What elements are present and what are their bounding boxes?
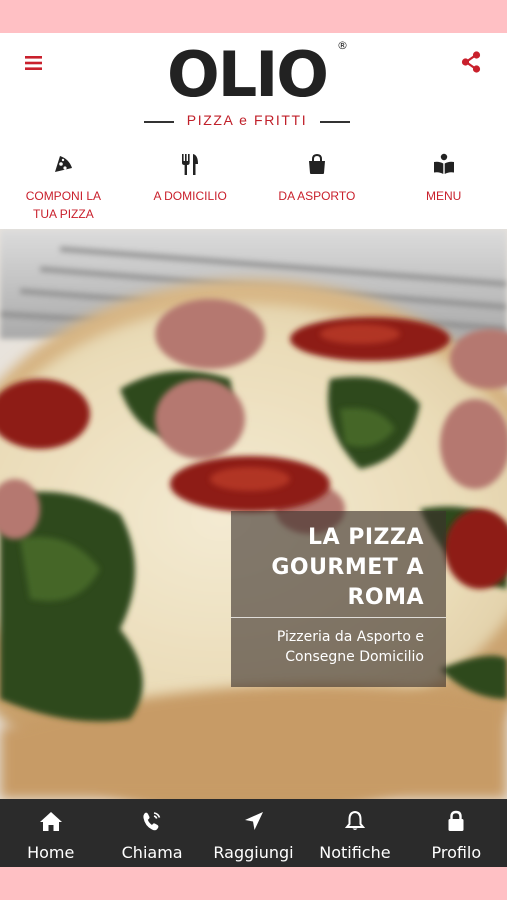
tab-label: Home	[27, 843, 75, 862]
fork-knife-icon	[127, 151, 254, 177]
olio-logo: OLIO ® PIZZA e FRITTI	[138, 39, 356, 131]
hamburger-menu-icon[interactable]	[22, 51, 46, 75]
lock-icon	[406, 809, 507, 833]
tab-notifiche[interactable]: Notifiche	[304, 799, 405, 867]
tab-home[interactable]: Home	[0, 799, 101, 867]
logo-subtitle: PIZZA e FRITTI	[186, 112, 308, 128]
quicknav-label: MENU	[425, 189, 462, 203]
location-arrow-icon	[203, 809, 304, 833]
app-screen: OLIO ® PIZZA e FRITTI COMPONI LA TUA PIZ…	[0, 33, 507, 867]
logo-word: OLIO	[167, 38, 329, 111]
bell-icon	[304, 809, 405, 833]
bottom-tab-bar: Home Chiama Raggiungi Notifiche Profilo	[0, 799, 507, 867]
quicknav-a-domicilio[interactable]: A DOMICILIO	[127, 151, 254, 229]
quicknav-label: DA ASPORTO	[278, 189, 356, 203]
top-strip	[0, 0, 507, 33]
hero-caption-box: LA PIZZA GOURMET A ROMA Pizzeria da Aspo…	[231, 511, 446, 687]
hero-divider	[231, 617, 446, 618]
bottom-strip	[0, 867, 507, 900]
tab-chiama[interactable]: Chiama	[101, 799, 202, 867]
quick-nav: COMPONI LA TUA PIZZA A DOMICILIO DA ASPO…	[0, 151, 507, 229]
pizza-slice-icon	[0, 151, 127, 177]
share-icon[interactable]	[459, 50, 483, 74]
hero-subtitle: Pizzeria da Asporto e Consegne Domicilio	[276, 629, 424, 665]
shopping-bag-icon	[254, 151, 381, 177]
tab-label: Notifiche	[319, 843, 391, 862]
tab-label: Profilo	[431, 843, 482, 862]
logo-registered-mark: ®	[337, 39, 348, 52]
tab-label: Chiama	[121, 843, 183, 862]
quicknav-label: A DOMICILIO	[153, 189, 227, 203]
quicknav-componi-pizza[interactable]: COMPONI LA TUA PIZZA	[0, 151, 127, 229]
menu-book-icon	[380, 151, 507, 177]
phone-icon	[101, 809, 202, 833]
hero-title: LA PIZZA GOURMET A ROMA	[271, 525, 424, 610]
quicknav-menu[interactable]: MENU	[380, 151, 507, 229]
tab-raggiungi[interactable]: Raggiungi	[203, 799, 304, 867]
home-icon	[0, 809, 101, 833]
hero-banner: LA PIZZA GOURMET A ROMA Pizzeria da Aspo…	[0, 229, 507, 799]
tab-label: Raggiungi	[213, 843, 294, 862]
quicknav-label: COMPONI LA TUA PIZZA	[25, 189, 102, 221]
header: OLIO ® PIZZA e FRITTI	[0, 33, 507, 133]
quicknav-da-asporto[interactable]: DA ASPORTO	[254, 151, 381, 229]
tab-profilo[interactable]: Profilo	[406, 799, 507, 867]
